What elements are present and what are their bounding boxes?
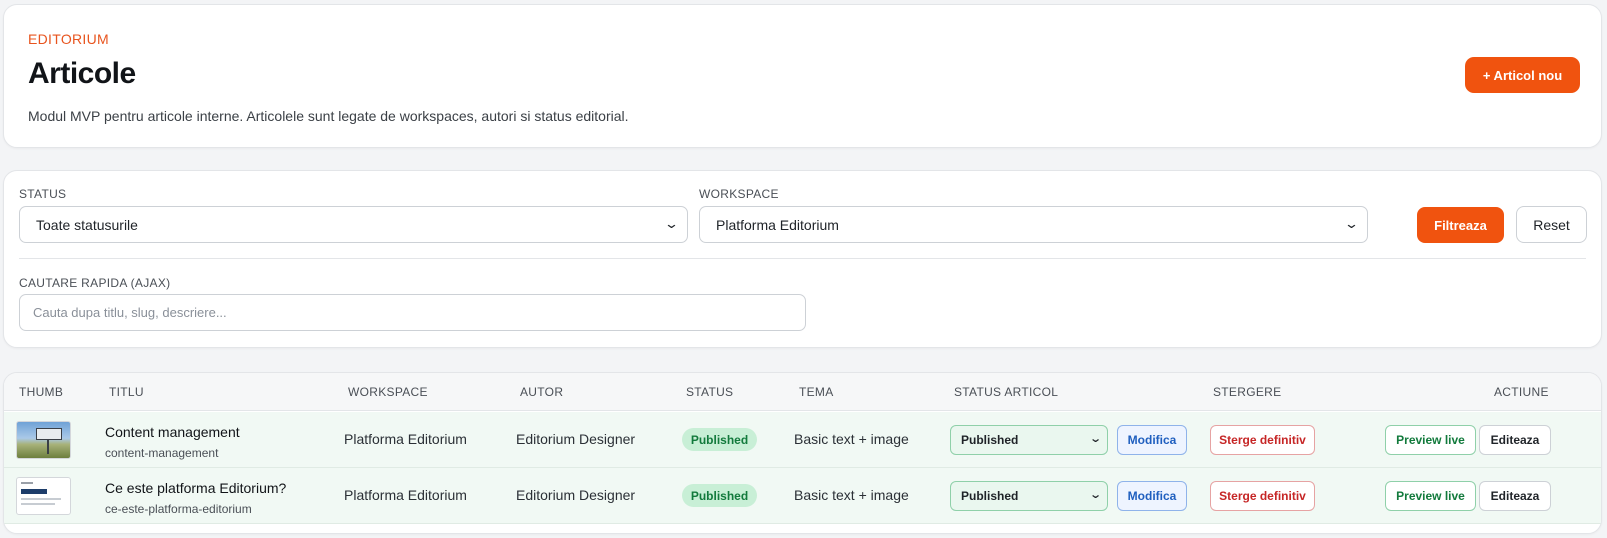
search-label: CAUTARE RAPIDA (AJAX) (19, 276, 171, 290)
filters-card: STATUS Toate statusurile ⌄ WORKSPACE Pla… (3, 170, 1602, 348)
page-description: Modul MVP pentru articole interne. Artic… (28, 108, 629, 124)
app-eyebrow: EDITORIUM (28, 31, 109, 47)
edit-button[interactable]: Editeaza (1479, 425, 1551, 455)
chevron-down-icon: ⌄ (1343, 216, 1360, 231)
article-status-select-value: Published (961, 433, 1019, 447)
table-row: Ce este platforma Editorium? ce-este-pla… (4, 468, 1601, 524)
workspace-select[interactable]: Platforma Editorium ⌄ (699, 206, 1368, 243)
status-filter-label: STATUS (19, 187, 67, 201)
status-badge: Published (682, 484, 757, 507)
article-theme: Basic text + image (794, 431, 909, 447)
column-delete: STERGERE (1213, 385, 1282, 399)
article-title: Ce este platforma Editorium? (105, 480, 287, 496)
filter-button[interactable]: Filtreaza (1417, 207, 1504, 243)
workspace-filter-label: WORKSPACE (699, 187, 779, 201)
chevron-down-icon: ⌄ (663, 216, 680, 231)
reset-button[interactable]: Reset (1516, 206, 1587, 243)
page-title: Articole (28, 57, 136, 90)
column-workspace: WORKSPACE (348, 385, 428, 399)
column-theme: TEMA (799, 385, 834, 399)
delete-permanently-button[interactable]: Sterge definitiv (1210, 481, 1315, 511)
preview-live-button[interactable]: Preview live (1385, 481, 1476, 511)
status-select[interactable]: Toate statusurile ⌄ (19, 206, 688, 243)
article-status-select[interactable]: Published ⌄ (950, 425, 1108, 455)
column-thumb: THUMB (19, 385, 64, 399)
status-badge: Published (682, 428, 757, 451)
table-header: THUMB TITLU WORKSPACE AUTOR STATUS TEMA … (4, 373, 1601, 411)
workspace-select-value: Platforma Editorium (716, 216, 839, 233)
modify-status-button[interactable]: Modifica (1117, 425, 1187, 455)
article-author: Editorium Designer (516, 487, 636, 503)
article-workspace: Platforma Editorium (344, 431, 467, 447)
article-slug: content-management (105, 446, 219, 460)
article-slug: ce-este-platforma-editorium (105, 502, 252, 516)
delete-permanently-button[interactable]: Sterge definitiv (1210, 425, 1315, 455)
table-row: Content management content-management Pl… (4, 412, 1601, 468)
article-thumbnail (16, 421, 71, 459)
new-article-button[interactable]: + Articol nou (1465, 57, 1580, 93)
article-title: Content management (105, 424, 240, 440)
column-status: STATUS (686, 385, 734, 399)
status-select-value: Toate statusurile (36, 216, 138, 233)
preview-live-button[interactable]: Preview live (1385, 425, 1476, 455)
articles-table: THUMB TITLU WORKSPACE AUTOR STATUS TEMA … (3, 372, 1602, 534)
edit-button[interactable]: Editeaza (1479, 481, 1551, 511)
article-thumbnail (16, 477, 71, 515)
search-input[interactable] (19, 294, 806, 331)
article-workspace: Platforma Editorium (344, 487, 467, 503)
page-header-card: EDITORIUM Articole Modul MVP pentru arti… (3, 4, 1602, 148)
chevron-down-icon: ⌄ (1088, 433, 1102, 445)
column-author: AUTOR (520, 385, 564, 399)
column-title: TITLU (109, 385, 144, 399)
article-status-select[interactable]: Published ⌄ (950, 481, 1108, 511)
chevron-down-icon: ⌄ (1088, 489, 1102, 501)
column-article-status: STATUS ARTICOL (954, 385, 1059, 399)
article-theme: Basic text + image (794, 487, 909, 503)
article-status-select-value: Published (961, 489, 1019, 503)
column-action: ACTIUNE (1494, 385, 1549, 399)
modify-status-button[interactable]: Modifica (1117, 481, 1187, 511)
filters-divider (19, 258, 1586, 259)
article-author: Editorium Designer (516, 431, 636, 447)
